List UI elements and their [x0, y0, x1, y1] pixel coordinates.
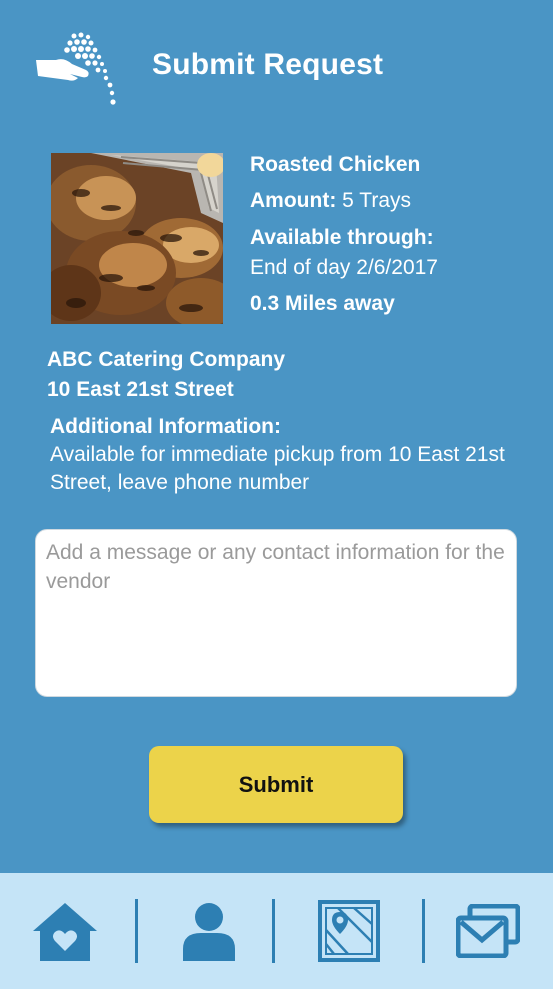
vendor-address: 10 East 21st Street	[47, 378, 234, 401]
nav-map[interactable]	[316, 873, 382, 989]
roasted-chicken-photo	[51, 153, 223, 324]
amount-label: Amount:	[250, 189, 337, 212]
vendor-name: ABC Catering Company	[47, 348, 286, 371]
nav-profile[interactable]	[178, 873, 240, 989]
additional-info: Additional Information: Available for im…	[50, 413, 520, 497]
distance: 0.3 Miles away	[250, 292, 395, 315]
nav-divider	[135, 899, 138, 963]
map-icon	[318, 900, 380, 962]
nav-divider	[422, 899, 425, 963]
additional-info-label: Additional Information:	[50, 415, 281, 438]
header: Submit Request	[0, 0, 553, 130]
nav-messages[interactable]	[455, 873, 521, 989]
submit-button[interactable]: Submit	[149, 746, 403, 823]
vendor-info: ABC Catering Company 10 East 21st Street	[47, 345, 285, 405]
home-heart-icon	[33, 903, 97, 961]
additional-info-text: Available for immediate pickup from 10 E…	[50, 443, 505, 494]
nav-home[interactable]	[28, 873, 102, 989]
item-name: Roasted Chicken	[250, 153, 421, 176]
amount-row: Amount: 5 Trays	[250, 189, 411, 213]
bottom-nav	[0, 873, 553, 989]
messages-icon	[456, 904, 520, 958]
amount-value: 5 Trays	[342, 189, 412, 212]
page-title: Submit Request	[152, 48, 384, 81]
available-label: Available through:	[250, 226, 434, 249]
nav-divider	[272, 899, 275, 963]
person-icon	[183, 903, 235, 961]
available-value: End of day 2/6/2017	[250, 256, 438, 279]
message-input[interactable]	[35, 529, 517, 697]
hand-giving-icon	[36, 32, 116, 105]
